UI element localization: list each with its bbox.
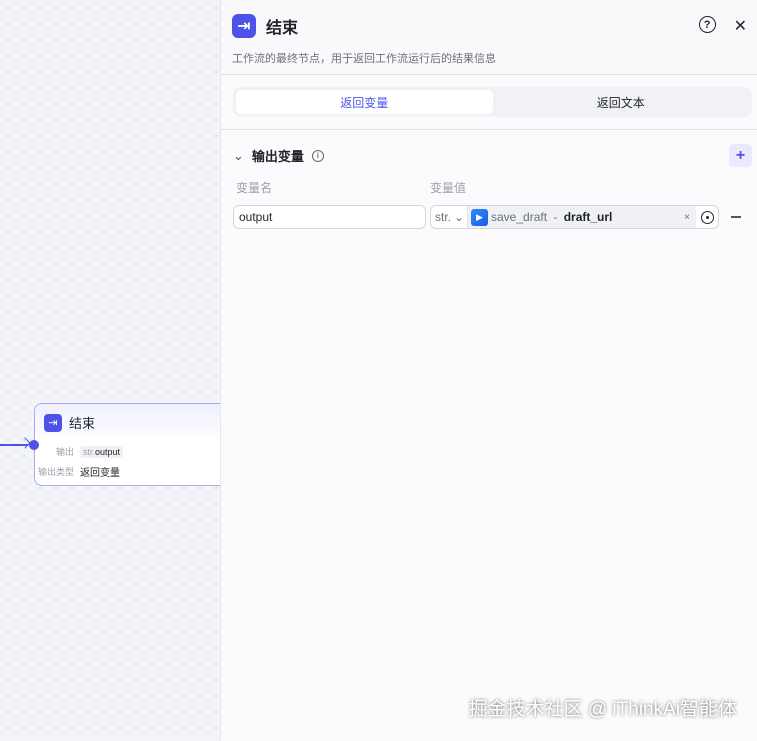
output-tag: str.output: [80, 445, 124, 458]
panel-title: 结束: [266, 20, 299, 37]
end-node-icon: ⇥: [44, 413, 62, 432]
workflow-canvas[interactable]: [0, 0, 220, 741]
help-icon[interactable]: ?: [698, 16, 716, 33]
watermark: 掘金技术社区 @ iThinkAi智能体: [468, 699, 737, 720]
node-settings-panel: ⇥ 结束 ? ✕ 工作流的最终节点，用于返回工作流运行后的结果信息 返回变量 返回文…: [220, 0, 757, 741]
clear-icon[interactable]: ×: [684, 212, 696, 223]
input-port[interactable]: [29, 440, 39, 450]
section-title: 输出变量: [251, 149, 304, 164]
type-value: 返回变量: [80, 468, 120, 479]
chevron-down-icon: ⌄: [454, 210, 465, 224]
end-node[interactable]: ⇥ 结束 输出 str.output 输出类型 返回变量: [34, 403, 234, 486]
variable-value-field: str. ⌄ ▶ save_draft - draft_url ×: [430, 205, 719, 229]
tab-return-text[interactable]: 返回文本: [493, 90, 750, 114]
chevron-down-icon[interactable]: ⌄: [233, 148, 244, 164]
column-name-header: 变量名: [236, 181, 273, 195]
variable-name-input[interactable]: [233, 205, 426, 229]
target-icon[interactable]: [696, 210, 718, 224]
type-select[interactable]: str. ⌄: [431, 206, 468, 228]
node-title: 结束: [69, 416, 96, 431]
plugin-icon: ▶: [471, 208, 488, 226]
tab-return-variable[interactable]: 返回变量: [236, 90, 493, 114]
variable-reference[interactable]: ▶ save_draft - draft_url ×: [468, 206, 696, 228]
add-variable-button[interactable]: +: [729, 144, 752, 167]
info-icon[interactable]: i: [311, 149, 324, 162]
type-label: 输出类型: [37, 467, 74, 477]
panel-description: 工作流的最终节点，用于返回工作流运行后的结果信息: [232, 53, 496, 65]
output-mode-tabs: 返回变量 返回文本: [233, 87, 752, 117]
output-label: 输出: [55, 447, 74, 457]
end-node-icon: ⇥: [232, 14, 256, 38]
column-value-header: 变量值: [430, 181, 467, 195]
variable-row: str.⌄ ▶save_draft - draft_url×: [233, 205, 752, 229]
remove-variable-button[interactable]: [731, 216, 741, 218]
close-icon[interactable]: ✕: [734, 16, 747, 36]
